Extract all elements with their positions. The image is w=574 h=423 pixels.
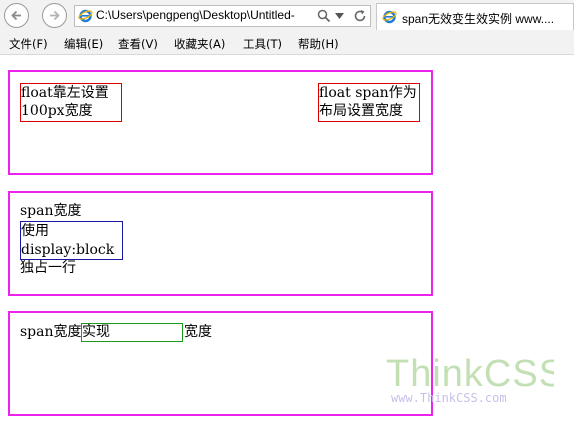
block-span: 使用 display:block [20, 221, 123, 260]
float-left-span: float靠左设置 100px宽度 [20, 83, 122, 122]
block-span-line2: display:block [21, 242, 115, 258]
browser-tab[interactable]: span无效变生效实例 www.... [376, 3, 574, 30]
inline-span-text: 实现 [82, 324, 110, 340]
inline-demo-after: 宽度 [184, 324, 212, 340]
menu-tools[interactable]: 工具(T) [243, 36, 282, 52]
float-left-line2: 100px宽度 [21, 103, 93, 119]
address-url[interactable]: C:\Users\pengpeng\Desktop\Untitled- [96, 8, 314, 22]
tab-title[interactable]: span无效变生效实例 www.... [402, 10, 572, 27]
ie-logo-icon [78, 9, 93, 23]
back-arrow-icon [11, 10, 21, 21]
refresh-icon[interactable] [353, 9, 367, 23]
menu-edit[interactable]: 编辑(E) [64, 36, 103, 52]
float-right-line1: float span作为 [319, 85, 417, 101]
menu-file[interactable]: 文件(F) [9, 36, 48, 52]
menu-view[interactable]: 查看(V) [118, 36, 158, 52]
forward-button[interactable] [42, 3, 67, 28]
watermark-url: www.ThinkCSS.com [391, 391, 507, 405]
forward-arrow-icon [50, 10, 60, 21]
browser-chrome: C:\Users\pengpeng\Desktop\Untitled- span… [0, 0, 574, 55]
menu-help[interactable]: 帮助(H) [298, 36, 339, 52]
inline-span: 实现 [81, 323, 183, 342]
chevron-down-icon[interactable] [335, 13, 344, 19]
float-right-span: float span作为 布局设置宽度 [318, 83, 420, 122]
address-bar[interactable]: C:\Users\pengpeng\Desktop\Untitled- [74, 5, 371, 27]
float-left-line1: float靠左设置 [21, 85, 109, 101]
inline-demo-before: span宽度 [20, 324, 82, 340]
block-span-line1: 使用 [21, 223, 49, 239]
block-demo-text: span宽度 [20, 203, 82, 219]
back-button[interactable] [4, 3, 29, 28]
thinkcss-watermark: ThinkCSS www.ThinkCSS.com [386, 353, 554, 405]
ie-logo-icon [382, 10, 397, 24]
watermark-brand: ThinkCSS [386, 353, 554, 395]
menu-bar: 文件(F) 编辑(E) 查看(V) 收藏夹(A) 工具(T) 帮助(H) [0, 31, 574, 54]
search-icon[interactable] [317, 9, 331, 23]
menu-favorites[interactable]: 收藏夹(A) [174, 36, 225, 52]
block-demo-after: 独占一行 [20, 260, 76, 276]
float-right-line2: 布局设置宽度 [319, 103, 403, 119]
